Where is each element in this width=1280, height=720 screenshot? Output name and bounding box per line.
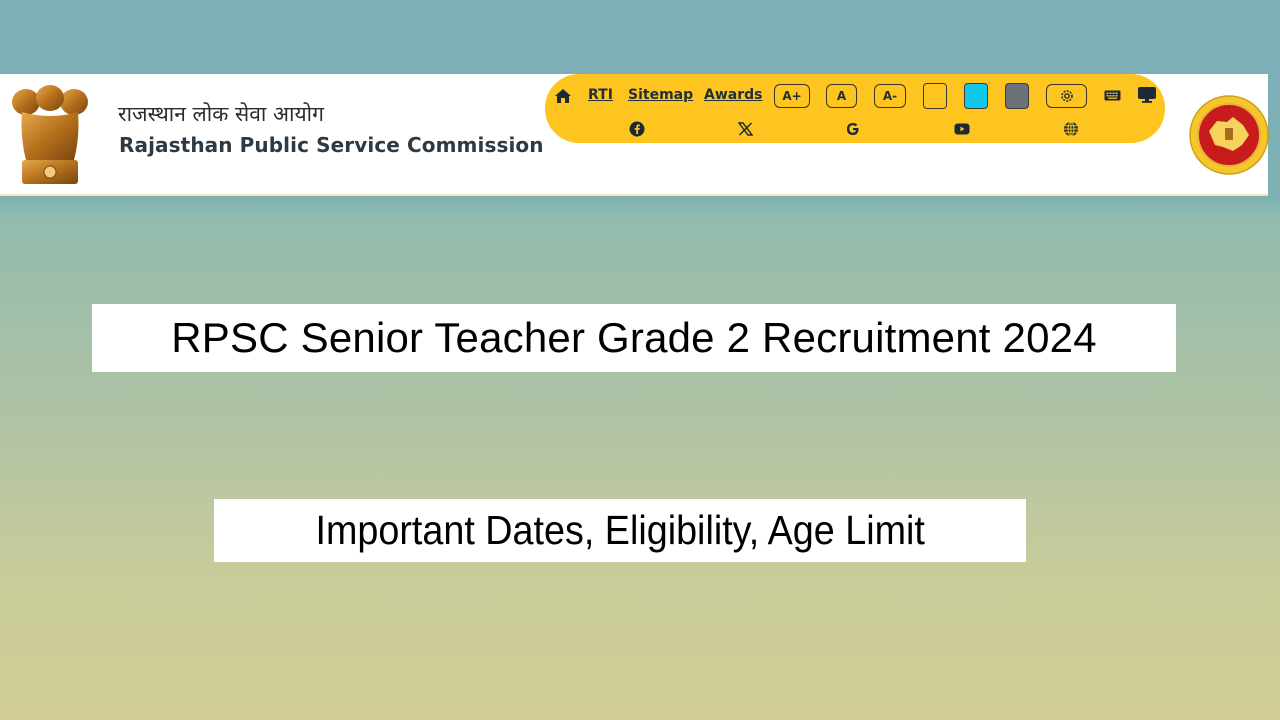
yellow-theme-swatch[interactable] [923,83,947,109]
org-name-hindi: राजस्थान लोक सेवा आयोग [118,102,324,126]
awards-link[interactable]: Awards [704,87,762,103]
site-header: राजस्थान लोक सेवा आयोग Rajasthan Public … [0,74,1269,196]
gear-icon [1060,90,1073,102]
settings-button[interactable] [1046,84,1087,108]
banner-subtitle: Important Dates, Eligibility, Age Limit [315,507,925,553]
org-name-english: Rajasthan Public Service Commission [119,133,544,157]
banner-subtitle-box: Important Dates, Eligibility, Age Limit [214,499,1026,562]
keyboard-icon[interactable] [1103,88,1121,102]
google-icon[interactable] [842,118,864,140]
banner-title-box: RPSC Senior Teacher Grade 2 Recruitment … [92,304,1176,372]
grey-theme-swatch[interactable] [1005,83,1029,109]
accessibility-toolbar: RTI Sitemap Awards A+ A A- [545,74,1165,143]
sitemap-link[interactable]: Sitemap [628,87,693,103]
national-emblem-icon [12,85,88,184]
font-decrease-button[interactable]: A- [874,84,906,108]
youtube-icon[interactable] [951,118,973,140]
monitor-icon[interactable] [1137,86,1157,104]
x-icon[interactable] [734,118,756,140]
banner-title: RPSC Senior Teacher Grade 2 Recruitment … [171,314,1097,361]
rti-link[interactable]: RTI [588,87,613,103]
cyan-theme-swatch[interactable] [964,83,988,109]
svg-text:• • •: • • • [1223,105,1235,111]
globe-icon[interactable] [1060,118,1082,140]
font-increase-button[interactable]: A+ [774,84,810,108]
rpsc-seal-icon: • • • [1189,95,1269,175]
facebook-icon[interactable] [626,118,648,140]
font-reset-button[interactable]: A [826,84,857,108]
home-icon[interactable] [553,86,573,106]
top-band [0,0,1280,74]
